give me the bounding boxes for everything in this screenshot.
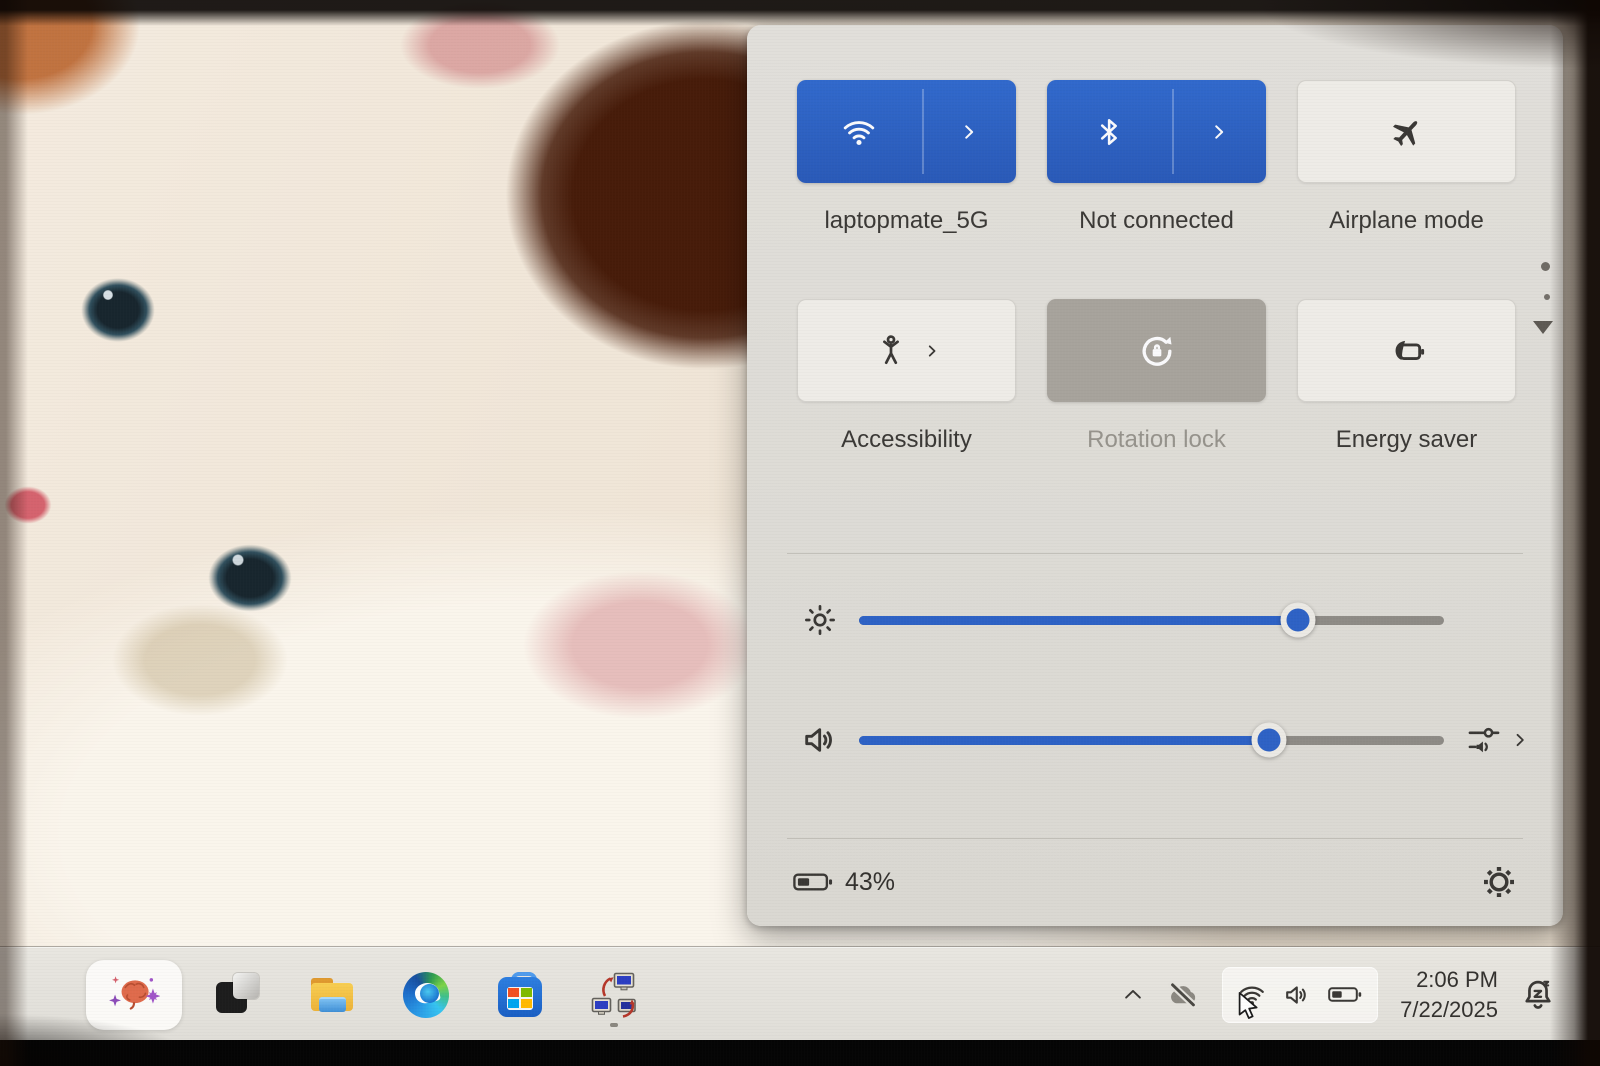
network-computers-icon (590, 971, 638, 1019)
wifi-icon (1238, 981, 1266, 1009)
energy-saver-icon (1388, 332, 1426, 370)
airplane-mode-tile[interactable] (1297, 80, 1516, 183)
quick-setting-wifi: laptopmate_5G (797, 80, 1016, 235)
cloud-off-icon (1166, 978, 1200, 1012)
chevron-right-icon (923, 342, 941, 360)
accessibility-icon (873, 333, 909, 369)
chevron-right-icon[interactable] (1510, 730, 1530, 750)
volume-icon[interactable] (793, 721, 847, 759)
taskbar-app-store[interactable] (496, 971, 544, 1019)
quick-settings-panel: laptopmate_5G Not conn (747, 25, 1563, 926)
quick-setting-bluetooth: Not connected (1047, 80, 1266, 235)
battery-status[interactable]: 43% (793, 868, 895, 897)
chevron-right-icon (1208, 121, 1230, 143)
bell-dnd-icon (1520, 977, 1556, 1013)
audio-output-icon[interactable] (1466, 722, 1502, 758)
energy-saver-tile-label: Energy saver (1336, 426, 1477, 454)
airplane-icon (1389, 114, 1425, 150)
taskbar-app-icons (86, 948, 638, 1041)
onedrive-tray-button[interactable] (1166, 978, 1200, 1012)
ms-logo-blue (508, 999, 519, 1008)
taskbar-app-squares[interactable] (214, 971, 262, 1019)
volume-slider-thumb[interactable] (1251, 723, 1286, 758)
wifi-icon (841, 114, 877, 150)
accessibility-tile-label: Accessibility (841, 426, 972, 454)
chevron-right-icon (958, 121, 980, 143)
screen: laptopmate_5G Not conn (0, 0, 1600, 1066)
bluetooth-expand-button[interactable] (1172, 80, 1266, 183)
notification-center-button[interactable] (1520, 977, 1556, 1013)
brightness-slider-fill (859, 616, 1298, 625)
brightness-slider-thumb[interactable] (1280, 603, 1315, 638)
quick-setting-energy-saver: Energy saver (1297, 299, 1516, 454)
taskbar-app-edge[interactable] (402, 971, 450, 1019)
brightness-row (793, 588, 1444, 652)
battery-icon (793, 871, 833, 893)
tray-date: 7/22/2025 (1400, 995, 1498, 1024)
clock[interactable]: 2:06 PM 7/22/2025 (1400, 965, 1498, 1023)
screen-mark-dot (1541, 262, 1550, 271)
taskbar-app-network-places[interactable] (590, 971, 638, 1019)
airplane-tile-label: Airplane mode (1329, 207, 1484, 235)
tray-overflow-button[interactable] (1122, 984, 1144, 1006)
bluetooth-tile-label: Not connected (1079, 207, 1234, 235)
ms-logo-red (508, 988, 519, 997)
brightness-slider[interactable] (859, 616, 1444, 625)
tile-split-divider (1172, 89, 1174, 174)
taskbar-app-file-explorer[interactable] (308, 971, 356, 1019)
tile-split-divider (922, 89, 924, 174)
taskbar: 2:06 PM 7/22/2025 (0, 947, 1600, 1041)
chevron-up-icon (1122, 984, 1144, 1006)
volume-slider-fill (859, 736, 1269, 745)
battery-percent-label: 43% (845, 868, 895, 897)
rotation-lock-icon (1137, 331, 1177, 371)
running-app-indicator (610, 1023, 618, 1027)
tray-quick-settings-group[interactable] (1222, 967, 1378, 1023)
panel-divider (787, 553, 1523, 554)
brightness-icon (793, 601, 847, 639)
quick-setting-rotation-lock: Rotation lock (1047, 299, 1266, 454)
gear-icon[interactable] (1481, 864, 1517, 900)
volume-icon (1283, 981, 1311, 1009)
edge-icon (403, 972, 449, 1018)
wifi-tile[interactable] (797, 80, 1016, 183)
wifi-expand-button[interactable] (922, 80, 1016, 183)
brain-sparkles-icon (108, 969, 160, 1021)
ms-logo-green (521, 988, 532, 997)
bluetooth-toggle[interactable] (1047, 80, 1172, 183)
screen-bezel (0, 1040, 1600, 1066)
tray-time: 2:06 PM (1400, 965, 1498, 994)
bluetooth-tile[interactable] (1047, 80, 1266, 183)
quick-settings-tile-grid: laptopmate_5G Not conn (797, 80, 1516, 454)
quick-setting-airplane: Airplane mode (1297, 80, 1516, 235)
taskbar-app-ai-brain[interactable] (86, 960, 182, 1030)
quick-settings-footer: 43% (793, 838, 1517, 926)
screen-mark-dot (1544, 294, 1550, 300)
volume-row (793, 708, 1530, 772)
rotation-lock-tile (1047, 299, 1266, 402)
accessibility-tile[interactable] (797, 299, 1016, 402)
screen-mark-triangle (1533, 321, 1553, 334)
system-tray: 2:06 PM 7/22/2025 (1122, 948, 1556, 1041)
battery-icon (1328, 985, 1362, 1004)
rotation-lock-tile-label: Rotation lock (1087, 426, 1226, 454)
volume-slider[interactable] (859, 736, 1444, 745)
bluetooth-icon (1093, 116, 1125, 148)
energy-saver-tile[interactable] (1297, 299, 1516, 402)
ms-logo-yellow (521, 999, 532, 1008)
wifi-toggle[interactable] (797, 80, 922, 183)
wifi-tile-label: laptopmate_5G (824, 207, 988, 235)
quick-setting-accessibility: Accessibility (797, 299, 1016, 454)
